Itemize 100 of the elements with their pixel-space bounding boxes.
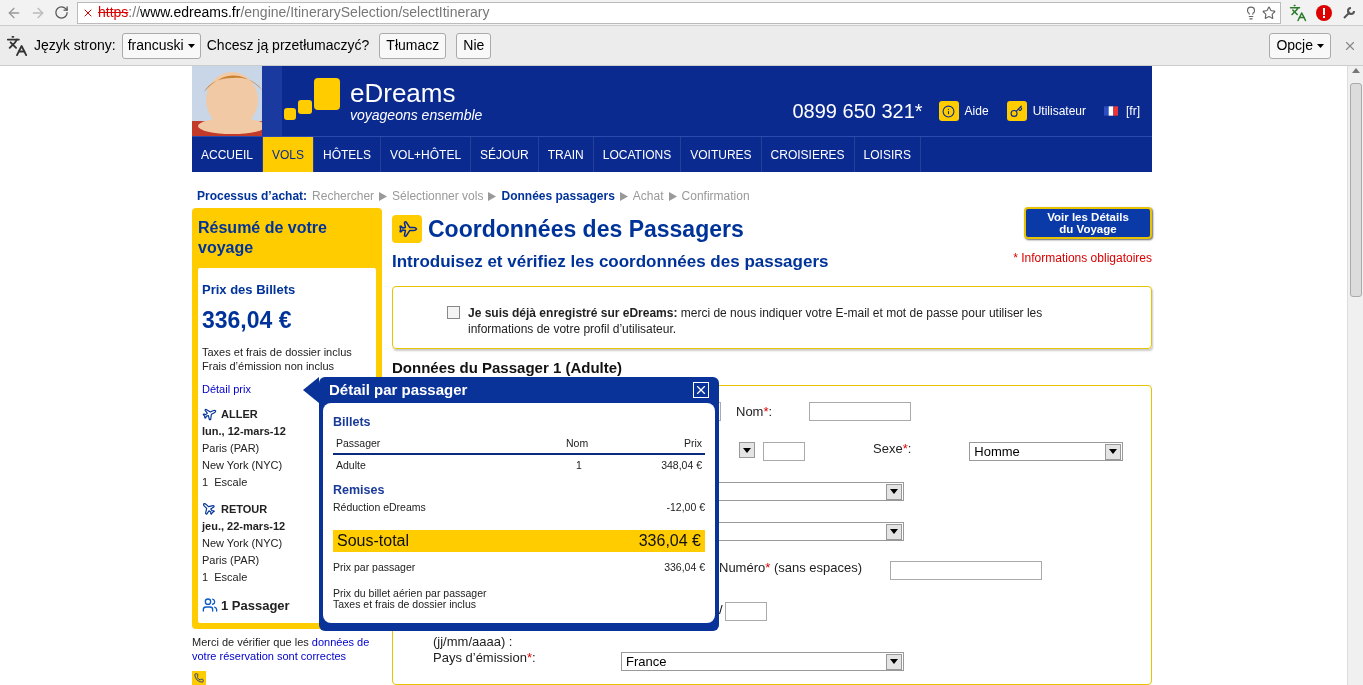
url-text: https://www.edreams.fr/engine/ItinerarySelection/selectItinerary [98,3,490,22]
header-link[interactable]: Utilisateur [1006,101,1086,121]
leg-label: ALLER [221,406,258,422]
total-price: 336,04 € [202,305,293,335]
bulb-icon[interactable] [1244,5,1258,20]
breadcrumb-step: Sélectionner vols [392,187,484,205]
per-passenger-amount: 336,04 € [664,559,705,575]
nav-tab[interactable]: CROISIERES [761,137,855,172]
nav-tab[interactable]: LOCATIONS [593,137,682,172]
popup-note: Prix du billet aérien par passager [333,587,488,599]
translate-bar-button[interactable]: Tłumacz [379,32,447,59]
table-cell-text: 1 [576,457,583,473]
step-arrow-icon [488,191,497,201]
nav-tab[interactable]: HÔTELS [314,137,382,172]
phone-icon [192,671,206,685]
logo-text: eDreams [350,79,457,107]
flag-icon [1104,106,1118,116]
nav-tab[interactable]: LOISIRS [854,137,921,172]
phone-number: 0899 650 321* [792,99,923,124]
table-cell-text: Adulte [336,457,367,473]
leg-stops: 1 Escale [202,569,248,585]
breadcrumb-step: Confirmation [681,187,750,205]
breadcrumb-step: Données passagers [501,187,615,205]
price-note: Frais d’émission non inclus [202,359,336,373]
translate-icon[interactable] [1289,3,1307,22]
table-cell-text: 348,04 € [660,457,702,473]
field-label: Numéro* (sans espaces) [719,560,863,575]
date-separator: / [719,601,723,619]
breadcrumb-step: Achat [632,187,664,205]
nav-tab[interactable]: TRAIN [538,137,594,172]
leg-label: RETOUR [221,501,268,517]
field-label: Sexe*: [873,441,912,456]
summary-title: Résumé de votre voyage [198,218,328,258]
leg-origin: Paris (PAR) [202,440,260,456]
alert-icon[interactable] [1315,3,1333,22]
plane-icon [202,502,216,516]
nav-tab[interactable]: VOL+HÔTEL [381,137,472,172]
page-title: Coordonnées des Passagers [428,215,744,244]
leg-date: lun., 12-mars-12 [202,423,286,439]
close-icon[interactable] [693,382,709,398]
nav-tab[interactable]: VOLS [263,137,315,172]
step-arrow-icon [379,191,388,201]
discount-label: Réduction eDreams [333,500,426,515]
subtotal-label: Sous-total [337,530,410,551]
login-text: Je suis déjà enregistré sur eDreams: merci de nous indiquer votre E-mail et mot de passe pour utiliser les informations de votre profil d’utilisateur. [468,305,1044,338]
tagline: voyageons ensemble [350,107,483,123]
required-note: * Informations obligatoires [1013,250,1152,267]
popup-title: Détail par passager [329,379,468,400]
column-header: Passager [336,435,382,451]
select-value: France [626,652,667,671]
passenger-count: 1 Passager [221,596,290,615]
step-arrow-icon [619,191,628,201]
verify-note: Merci de vérifier que les [192,635,310,649]
tickets-title: Billets [333,414,372,431]
leg-origin: New York (NYC) [202,535,283,551]
reservation-link[interactable]: votre réservation sont correctes [192,649,347,663]
discount-amount: -12,00 € [666,500,705,515]
scroll-thumb[interactable] [1349,83,1362,297]
nav-tab[interactable]: SÉJOUR [471,137,539,172]
leg-destination: New York (NYC) [202,457,283,473]
input-field[interactable] [763,442,805,461]
select-field[interactable]: France [621,652,904,671]
translate-bar-button[interactable]: Nie [456,32,492,59]
breadcrumb-label: Processus d’achat: [197,188,308,205]
leg-destination: Paris (PAR) [202,552,260,568]
price-title: Prix des Billets [202,281,297,299]
input-field[interactable] [724,602,767,621]
page-subtitle: Introduisez et vérifiez les coordonnées des passagers [392,250,829,273]
language-link[interactable]: [fr] [1126,102,1140,120]
reservation-link[interactable]: données de [311,635,370,649]
popup-note: Taxes et frais de dossier inclus [333,598,476,610]
registered-checkbox[interactable] [447,306,460,319]
nav-tab[interactable]: VOITURES [681,137,762,172]
detail-price-link[interactable]: Détail prix [202,381,251,398]
input-field[interactable] [890,561,1043,580]
language-dropdown[interactable]: francuski [121,32,201,59]
header-link[interactable]: Aide [938,101,989,121]
caret-icon [1317,43,1324,48]
select-field[interactable]: Homme [969,442,1124,461]
price-note: Taxes et frais de dossier inclus [202,345,353,359]
options-dropdown[interactable]: Opcje [1269,32,1331,59]
scrollbar[interactable] [1347,66,1363,685]
trip-details-button[interactable]: Voir les Détails du Voyage [1024,207,1152,239]
translate-question: Chcesz ją przetłumaczyć? [206,36,370,55]
plane-icon [392,215,422,244]
subtotal-amount: 336,04 € [638,530,701,551]
select-value: Homme [974,442,1020,461]
column-header: Nom [566,435,590,451]
breadcrumb-step: Rechercher [312,187,375,205]
star-icon[interactable] [1262,5,1276,20]
wrench-icon[interactable] [1341,4,1357,21]
input-field[interactable] [809,402,912,421]
field-label: (jj/mm/aaaa) : [433,634,513,649]
leg-date: jeu., 22-mars-12 [202,518,286,534]
address-bar[interactable]: https://www.edreams.fr/engine/ItinerarySelection/selectItinerary [77,1,1281,24]
per-passenger-label: Prix par passager [333,559,416,575]
reload-icon[interactable] [54,5,69,20]
section-title: Données du Passager 1 (Adulte) [392,360,624,375]
scroll-up-icon[interactable] [1351,68,1360,73]
field-label: Nom*: [736,404,773,419]
